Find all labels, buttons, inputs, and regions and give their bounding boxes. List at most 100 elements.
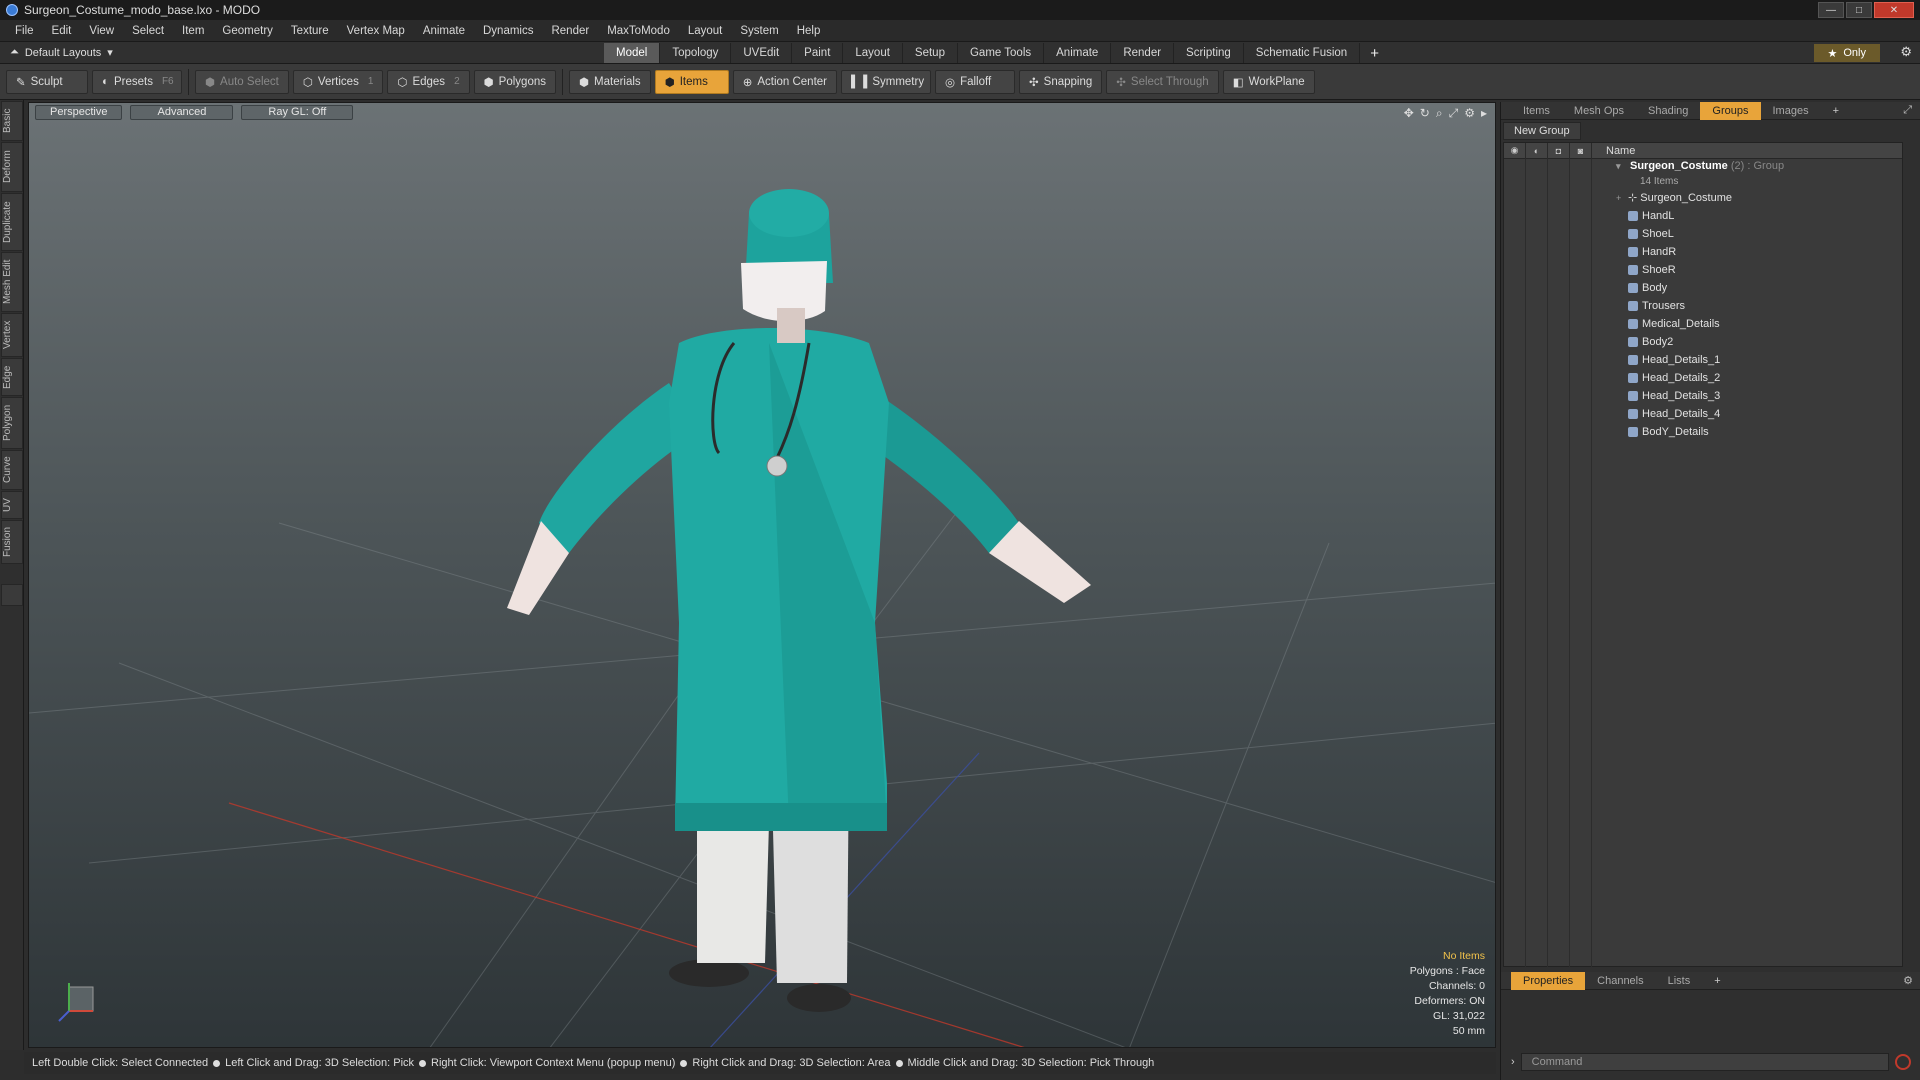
tab-groups[interactable]: Groups bbox=[1700, 101, 1761, 120]
tree-item[interactable]: ShoeL bbox=[1504, 225, 1902, 243]
action-center-button[interactable]: ⊕ Action Center bbox=[732, 69, 838, 94]
tree-item[interactable]: Head_Details_4 bbox=[1504, 405, 1902, 423]
workplane-button[interactable]: ◧ WorkPlane bbox=[1222, 69, 1315, 94]
gear-icon[interactable]: ⚙ bbox=[1900, 44, 1912, 60]
items-button[interactable]: ⬢ Items bbox=[654, 69, 729, 94]
tab-lists[interactable]: Lists bbox=[1656, 972, 1703, 990]
record-icon[interactable] bbox=[1895, 1054, 1911, 1070]
tree-item[interactable]: Head_Details_2 bbox=[1504, 369, 1902, 387]
add-tab-icon[interactable]: + bbox=[1702, 972, 1732, 990]
tab-edge[interactable]: Edge bbox=[1, 358, 23, 396]
menu-system[interactable]: System bbox=[731, 25, 787, 37]
panel-toggle-icon[interactable] bbox=[1, 584, 23, 606]
fit-icon[interactable]: ⤢ bbox=[1449, 106, 1459, 121]
tree-item[interactable]: Head_Details_1 bbox=[1504, 351, 1902, 369]
menu-render[interactable]: Render bbox=[542, 25, 598, 37]
lock-column-icon[interactable]: ◘ bbox=[1548, 142, 1570, 159]
presets-button[interactable]: ◐ Presets F6 bbox=[92, 69, 182, 94]
tab-animate[interactable]: Animate bbox=[1044, 43, 1112, 63]
tab-duplicate[interactable]: Duplicate bbox=[1, 193, 23, 251]
render-column-icon[interactable]: ◐ bbox=[1526, 142, 1548, 159]
zoom-icon[interactable]: ⌕ bbox=[1436, 106, 1443, 121]
command-input[interactable]: Command bbox=[1520, 1053, 1889, 1071]
tree-item[interactable]: + ⊹ Surgeon_Costume bbox=[1504, 189, 1902, 207]
tree-item[interactable]: HandL bbox=[1504, 207, 1902, 225]
tab-game-tools[interactable]: Game Tools bbox=[958, 43, 1045, 63]
materials-button[interactable]: ⬢ Materials bbox=[568, 69, 651, 94]
tab-model[interactable]: Model bbox=[604, 43, 661, 63]
advanced-button[interactable]: Advanced bbox=[130, 105, 234, 120]
minimize-icon[interactable]: — bbox=[1818, 2, 1844, 18]
tree-item[interactable]: Body bbox=[1504, 279, 1902, 297]
name-column-header[interactable]: Name bbox=[1592, 145, 1635, 157]
only-button[interactable]: ★ Only bbox=[1813, 44, 1880, 62]
tree-item[interactable]: ShoeR bbox=[1504, 261, 1902, 279]
tab-deform[interactable]: Deform bbox=[1, 142, 23, 192]
new-group-button[interactable]: New Group bbox=[1503, 122, 1581, 140]
symmetry-button[interactable]: ▌▐ Symmetry bbox=[841, 69, 932, 94]
menu-animate[interactable]: Animate bbox=[414, 25, 474, 37]
tab-render[interactable]: Render bbox=[1111, 43, 1175, 63]
close-icon[interactable]: ✕ bbox=[1874, 2, 1914, 18]
tab-basic[interactable]: Basic bbox=[1, 101, 23, 141]
pan-icon[interactable]: ✥ bbox=[1404, 106, 1414, 121]
menu-item[interactable]: Item bbox=[173, 25, 213, 37]
tree-item[interactable]: BodY_Details bbox=[1504, 423, 1902, 441]
group-row[interactable]: ▾ Surgeon_Costume (2) : Group 14 Items bbox=[1504, 159, 1902, 189]
tab-channels[interactable]: Channels bbox=[1585, 972, 1655, 990]
select-through-button[interactable]: ✣ Select Through bbox=[1106, 69, 1219, 94]
tab-setup[interactable]: Setup bbox=[903, 43, 958, 63]
tab-fusion[interactable]: Fusion bbox=[1, 520, 23, 564]
tab-polygon[interactable]: Polygon bbox=[1, 397, 23, 449]
add-tab-icon[interactable]: + bbox=[1360, 45, 1389, 62]
expand-icon[interactable]: + bbox=[1616, 189, 1621, 207]
tab-images[interactable]: Images bbox=[1761, 102, 1821, 120]
menu-geometry[interactable]: Geometry bbox=[213, 25, 282, 37]
raygl-button[interactable]: Ray GL: Off bbox=[241, 105, 354, 120]
menu-dynamics[interactable]: Dynamics bbox=[474, 25, 542, 37]
collapse-icon[interactable]: ▾ bbox=[1616, 159, 1621, 174]
add-tab-icon[interactable]: + bbox=[1821, 102, 1851, 120]
sculpt-button[interactable]: ✎ Sculpt bbox=[6, 69, 88, 94]
tab-layout[interactable]: Layout bbox=[843, 43, 903, 63]
rotate-icon[interactable]: ↻ bbox=[1420, 106, 1430, 121]
select-column-icon[interactable]: ◙ bbox=[1570, 142, 1592, 159]
panel-settings-icon[interactable]: ⚙ bbox=[1903, 974, 1920, 987]
tab-curve[interactable]: Curve bbox=[1, 450, 23, 490]
menu-maxtomodo[interactable]: MaxToModo bbox=[598, 25, 679, 37]
view-mode-button[interactable]: Perspective bbox=[35, 105, 123, 120]
tab-topology[interactable]: Topology bbox=[660, 43, 732, 63]
tab-vertex[interactable]: Vertex bbox=[1, 313, 23, 357]
menu-vertex-map[interactable]: Vertex Map bbox=[338, 25, 414, 37]
tree-item[interactable]: Trousers bbox=[1504, 297, 1902, 315]
falloff-button[interactable]: ◎ Falloff bbox=[935, 69, 1016, 94]
tab-mesh-edit[interactable]: Mesh Edit bbox=[1, 252, 23, 312]
maximize-icon[interactable]: □ bbox=[1846, 2, 1872, 18]
layout-dropdown[interactable]: ⏶ Default Layouts ▾ bbox=[0, 46, 600, 59]
menu-file[interactable]: File bbox=[6, 25, 43, 37]
expand-panel-icon[interactable]: ⤢ bbox=[1903, 104, 1920, 117]
expand-arrow-icon[interactable]: ▸ bbox=[1481, 106, 1487, 121]
tree-item[interactable]: HandR bbox=[1504, 243, 1902, 261]
tree-item[interactable]: Head_Details_3 bbox=[1504, 387, 1902, 405]
auto-select-button[interactable]: ⬢ Auto Select bbox=[195, 69, 289, 94]
edges-button[interactable]: ⬡ Edges 2 bbox=[387, 69, 470, 94]
tab-properties[interactable]: Properties bbox=[1511, 971, 1586, 990]
tab-paint[interactable]: Paint bbox=[792, 43, 844, 63]
tab-mesh-ops[interactable]: Mesh Ops bbox=[1562, 102, 1636, 120]
menu-layout[interactable]: Layout bbox=[679, 25, 732, 37]
tree-item[interactable]: Body2 bbox=[1504, 333, 1902, 351]
menu-texture[interactable]: Texture bbox=[282, 25, 338, 37]
tree-item[interactable]: Medical_Details bbox=[1504, 315, 1902, 333]
tab-scripting[interactable]: Scripting bbox=[1174, 43, 1244, 63]
menu-select[interactable]: Select bbox=[123, 25, 173, 37]
menu-help[interactable]: Help bbox=[788, 25, 830, 37]
3d-viewport[interactable]: Perspective Advanced Ray GL: Off ✥ ↻ ⌕ ⤢… bbox=[28, 102, 1496, 1048]
vertices-button[interactable]: ⬡ Vertices 1 bbox=[292, 69, 384, 94]
visibility-column-icon[interactable]: ◉ bbox=[1504, 142, 1526, 159]
tab-shading[interactable]: Shading bbox=[1636, 102, 1700, 120]
polygons-button[interactable]: ⬢ Polygons bbox=[473, 69, 556, 94]
menu-edit[interactable]: Edit bbox=[43, 25, 81, 37]
snapping-button[interactable]: ✣ Snapping bbox=[1019, 69, 1103, 94]
tab-items[interactable]: Items bbox=[1511, 102, 1562, 120]
